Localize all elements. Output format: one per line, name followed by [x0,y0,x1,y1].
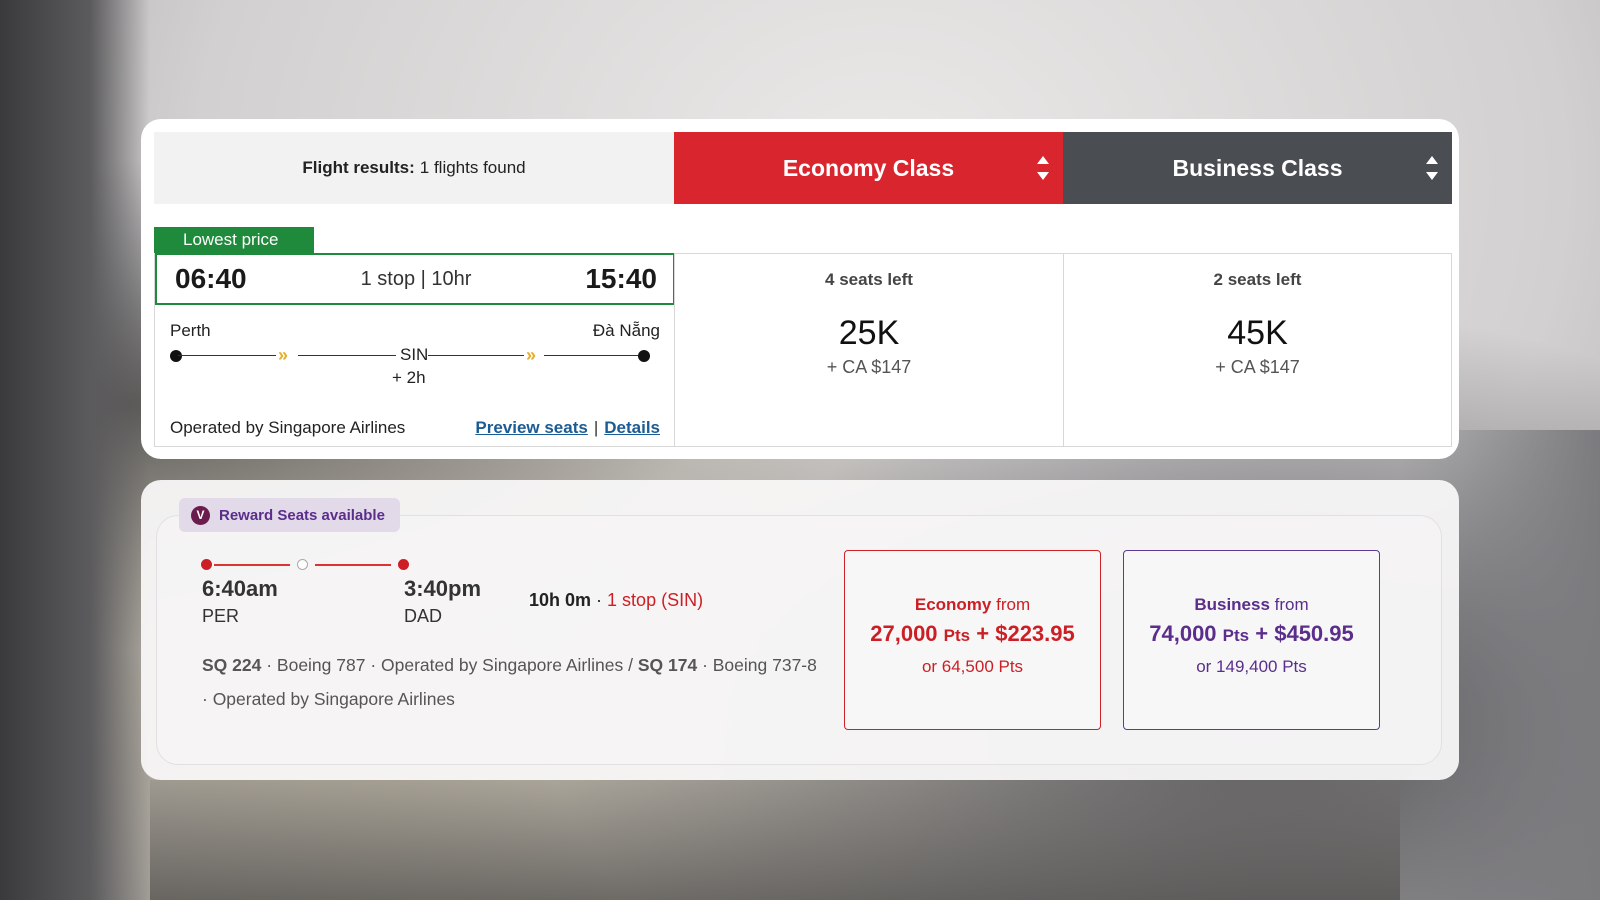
route-diagram: » SIN » + 2h [170,345,650,387]
results-label: Flight results: [302,158,415,177]
seats-left: 2 seats left [1213,270,1302,289]
fare-points: 25K [838,314,900,352]
business-fare-cell[interactable]: 2 seats left 45K + CA $147 [1063,253,1452,447]
background-cabin-floor [150,780,1400,900]
business-offer-card[interactable]: Business from 74,000 Pts + $450.95 or 14… [1123,550,1380,730]
segment2-flight-number: SQ 174 [637,655,698,675]
economy-class-sort-header[interactable]: Economy Class [674,132,1063,204]
time-bar: 06:40 1 stop | 10hr 15:40 [155,253,675,305]
offer-title: Economy from [845,595,1100,615]
offer-cabin: Business [1194,595,1270,614]
destination-dot [638,350,650,362]
timeline [201,557,441,571]
reward-badge-text: Reward Seats available [219,506,385,524]
business-class-label: Business Class [1172,154,1343,181]
fare-points: 45K [1227,314,1288,352]
reward-depart-time: 6:40am [202,576,278,601]
sort-arrows-icon[interactable] [1426,156,1438,180]
arrive-dot [398,559,409,570]
segment1-flight-number: SQ 224 [202,655,262,675]
offer-price: 27,000 Pts + $223.95 [845,621,1100,647]
flight-results-panel: Flight results: 1 flights found Economy … [141,119,1459,459]
offer-cabin: Economy [914,595,992,614]
duration-text: 10h 0m [529,590,592,610]
duration-separator: · [591,590,608,610]
results-count: 1 flights found [419,158,526,177]
origin-city: Perth [170,321,211,340]
lowest-price-badge: Lowest price [154,227,314,253]
details-link[interactable]: Details [604,418,660,437]
flight-card: 06:40 1 stop | 10hr 15:40 Perth Đà Nẵng … [154,253,675,447]
singapore-airlines-bird-icon: » [278,345,289,365]
reward-duration: 10h 0m · 1 stop (SIN) [529,590,703,611]
flight-description: SQ 224 · Boeing 787 · Operated by Singap… [202,648,822,716]
stops-duration: 1 stop | 10hr [360,267,472,290]
depart-dot [201,559,212,570]
reward-results-panel: V Reward Seats available 6:40am PER 3:40… [141,480,1459,780]
fare-cash: + CA $147 [1215,357,1300,377]
background-seat-left [0,0,150,900]
offer-from: from [996,595,1031,614]
offer-title: Business from [1124,595,1379,615]
flight-links: Preview seats | Details [475,418,660,438]
economy-offer-card[interactable]: Economy from 27,000 Pts + $223.95 or 64,… [844,550,1101,730]
segment1-info: · Boeing 787 · Operated by Singapore Air… [261,655,638,675]
offer-points: 27,000 [870,621,938,646]
sort-arrows-icon[interactable] [1037,156,1049,180]
offer-alternative: or 64,500 Pts [921,657,1024,676]
velocity-v-icon: V [191,505,210,525]
results-header: Flight results: 1 flights found [154,132,674,204]
fare-cash: + CA $147 [826,357,912,377]
offer-points: 74,000 [1149,621,1217,646]
route-line [298,355,396,356]
offer-cash: + $450.95 [1255,621,1354,646]
route-line [544,355,642,356]
timeline-segment [214,564,290,566]
economy-class-label: Economy Class [782,154,955,181]
singapore-airlines-bird-icon: » [526,345,537,365]
preview-seats-link[interactable]: Preview seats [475,418,587,437]
offer-alternative: or 149,400 Pts [1196,657,1307,676]
business-class-sort-header[interactable]: Business Class [1063,132,1452,204]
seats-left: 4 seats left [825,270,913,289]
reward-arrive-code: DAD [404,606,443,626]
reward-depart-code: PER [202,606,240,626]
origin-dot [170,350,182,362]
economy-fare-cell[interactable]: 4 seats left 25K + CA $147 [674,253,1063,447]
offer-points-unit: Pts [1222,626,1250,645]
offer-cash: + $223.95 [976,621,1075,646]
reward-seats-badge: V Reward Seats available [179,498,400,532]
via-airport: SIN [400,345,429,364]
route-line [428,355,524,356]
depart-time: 06:40 [175,263,247,294]
operated-by: Operated by Singapore Airlines [170,418,406,437]
offer-points-unit: Pts [943,626,971,645]
stops-text: 1 stop (SIN) [607,590,704,610]
timeline-segment [315,564,391,566]
destination-city: Đà Nẵng [592,321,660,340]
route-line [178,355,276,356]
reward-arrive-time: 3:40pm [404,576,482,601]
arrive-time: 15:40 [585,263,657,294]
stop-dot [297,559,308,570]
link-separator: | [593,418,599,437]
offer-from: from [1274,595,1309,614]
layover-duration: + 2h [392,368,426,387]
offer-price: 74,000 Pts + $450.95 [1124,621,1379,647]
